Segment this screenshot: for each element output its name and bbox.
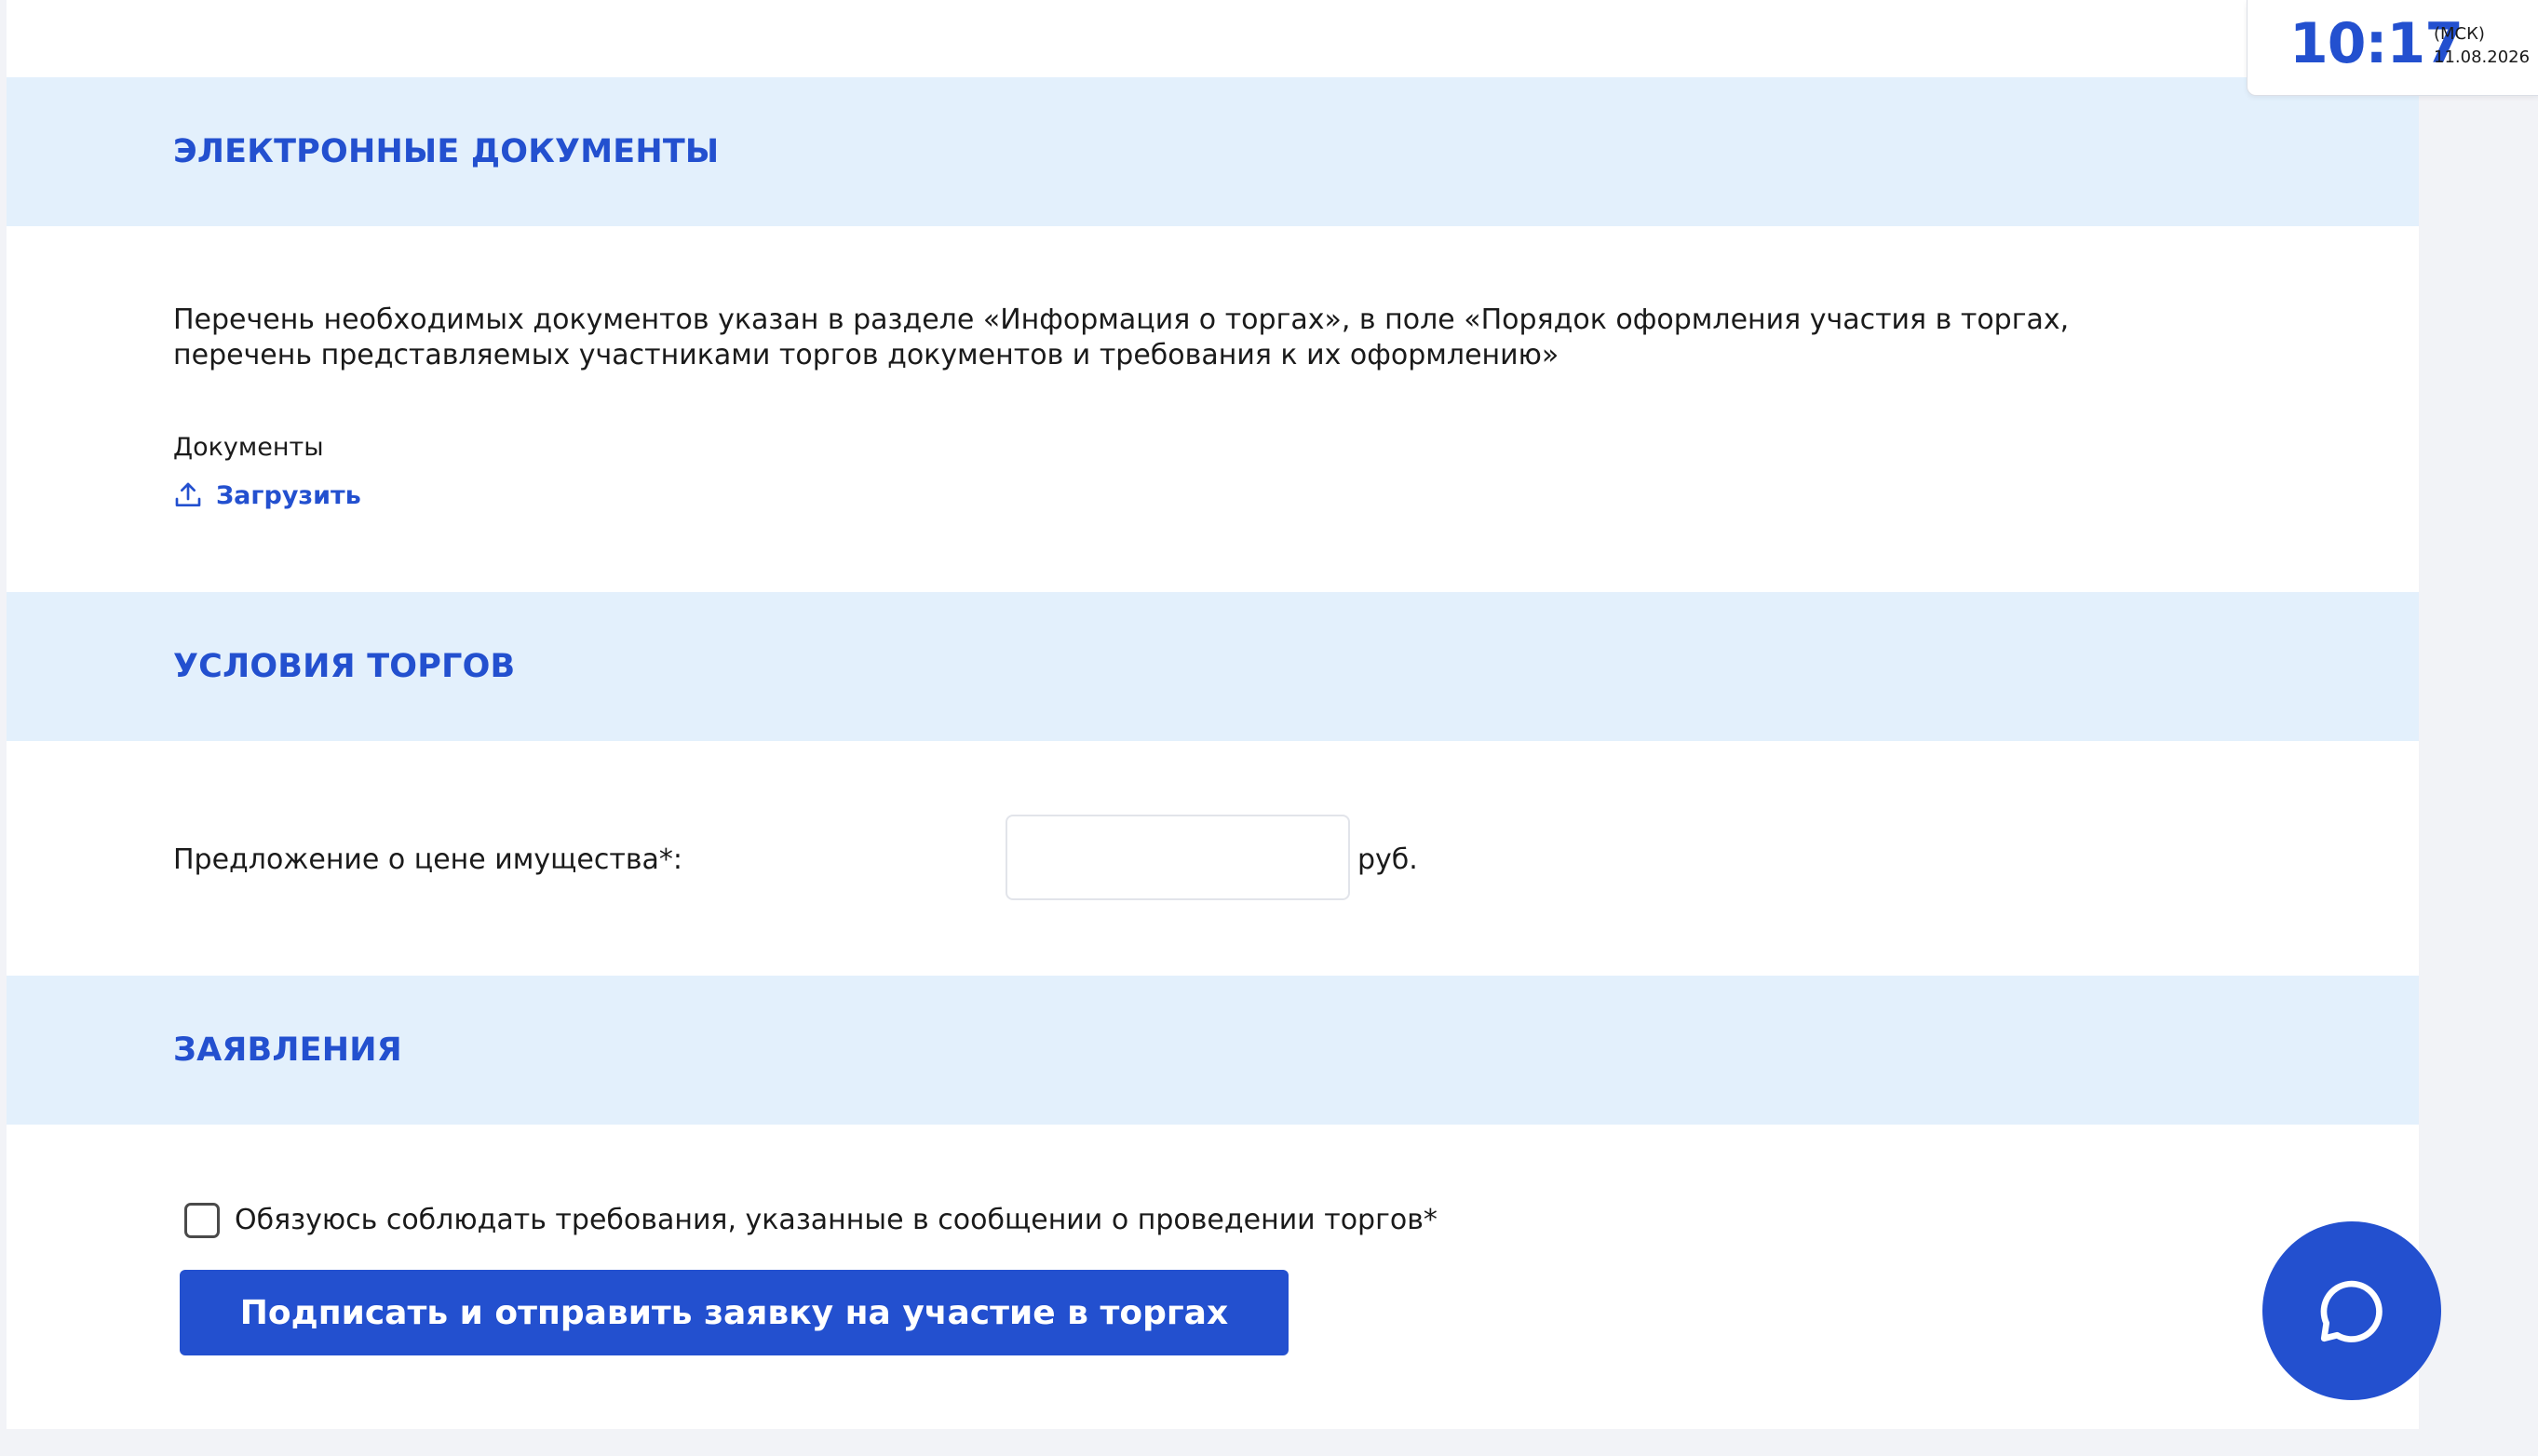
terms-section-title: УСЛОВИЯ ТОРГОВ xyxy=(173,648,516,685)
sign-and-submit-button[interactable]: Подписать и отправить заявку на участие … xyxy=(180,1270,1289,1355)
terms-section-header: УСЛОВИЯ ТОРГОВ xyxy=(7,592,2419,741)
moscow-clock: 10:17 (МСК) 11.08.2026 xyxy=(2247,0,2538,96)
chat-bubble-icon xyxy=(2320,1280,2383,1342)
clock-date: 11.08.2026 xyxy=(2434,47,2531,67)
documents-label: Документы xyxy=(173,433,324,462)
upload-label: Загрузить xyxy=(216,480,361,510)
documents-section-title: ЭЛЕКТРОННЫЕ ДОКУМЕНТЫ xyxy=(173,133,720,170)
clock-timezone: (МСК) xyxy=(2434,24,2485,44)
agreement-row: Обязуюсь соблюдать требования, указанные… xyxy=(184,1203,1438,1238)
application-form: ЭЛЕКТРОННЫЕ ДОКУМЕНТЫ Перечень необходим… xyxy=(7,0,2419,1429)
price-offer-input[interactable] xyxy=(1006,815,1350,900)
price-offer-label: Предложение о цене имущества*: xyxy=(173,843,683,876)
documents-description: Перечень необходимых документов указан в… xyxy=(173,303,2070,371)
agreement-text: Обязуюсь соблюдать требования, указанные… xyxy=(235,1204,1438,1236)
price-unit: руб. xyxy=(1357,843,1418,876)
upload-button[interactable]: Загрузить xyxy=(173,480,361,510)
agreement-checkbox[interactable] xyxy=(184,1203,220,1238)
documents-section-header: ЭЛЕКТРОННЫЕ ДОКУМЕНТЫ xyxy=(7,77,2419,226)
statements-section-title: ЗАЯВЛЕНИЯ xyxy=(173,1031,402,1069)
statements-section-header: ЗАЯВЛЕНИЯ xyxy=(7,976,2419,1125)
top-strip xyxy=(7,0,2419,77)
upload-icon xyxy=(175,482,201,506)
chat-button[interactable] xyxy=(2262,1221,2441,1400)
